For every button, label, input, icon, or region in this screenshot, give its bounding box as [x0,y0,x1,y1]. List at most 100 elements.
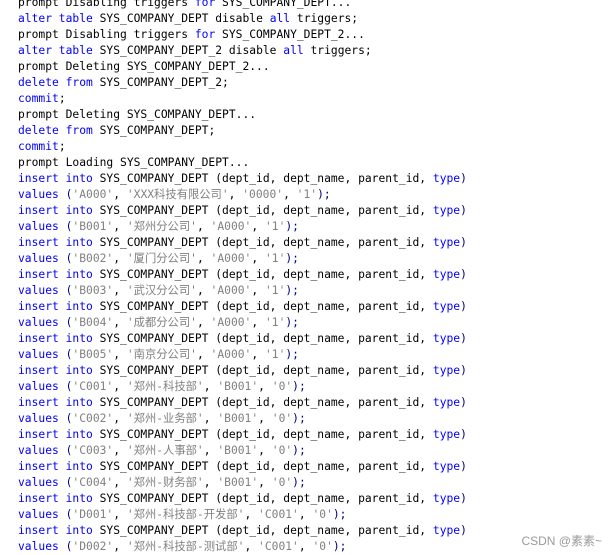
code-line[interactable]: values ('C001', '郑州-科技部', 'B001', '0'); [18,379,467,395]
code-line[interactable]: insert into SYS_COMPANY_DEPT (dept_id, d… [18,299,467,315]
code-token: triggers; [303,44,372,57]
code-line[interactable]: values ('B004', '成都分公司', 'A000', '1'); [18,315,467,331]
code-token: disable [228,44,277,57]
code-token: , [113,316,127,329]
keyword-token: type [432,268,461,281]
code-line[interactable]: values ('B002', '厦门分公司', 'A000', '1'); [18,251,467,267]
keyword-token: values [18,444,59,457]
code-line[interactable]: delete from SYS_COMPANY_DEPT_2; [18,75,467,91]
code-token: , [244,540,259,553]
code-token: ( [58,380,73,393]
watermark: CSDN @素素~ [521,534,602,548]
string-literal: '0' [271,476,293,489]
code-line[interactable]: commit; [18,91,467,107]
code-token: SYS_COMPANY_DEPT_2; [92,76,229,89]
code-token: prompt Disabling triggers [18,0,195,9]
code-token: SYS_COMPANY_DEPT (dept_id, dept_name, pa… [92,268,433,281]
code-line[interactable]: values ('C002', '郑州-业务部', 'B001', '0'); [18,411,467,427]
code-token: , [258,476,272,489]
code-line[interactable]: prompt Deleting SYS_COMPANY_DEPT_2... [18,59,467,75]
code-line[interactable]: insert into SYS_COMPANY_DEPT (dept_id, d… [18,267,467,283]
keyword-token: values [18,220,59,233]
code-line[interactable]: values ('B001', '郑州分公司', 'A000', '1'); [18,219,467,235]
code-line[interactable]: insert into SYS_COMPANY_DEPT (dept_id, d… [18,203,467,219]
code-line[interactable]: values ('D002', '郑州-科技部-测试部', 'C001', '0… [18,539,467,555]
code-line[interactable]: commit; [18,139,467,155]
string-literal: '0' [271,380,293,393]
code-line[interactable]: insert into SYS_COMPANY_DEPT (dept_id, d… [18,363,467,379]
code-token: ( [58,444,73,457]
code-line[interactable]: prompt Disabling triggers for SYS_COMPAN… [18,27,467,43]
code-token: , [203,380,218,393]
string-literal: 'A000' [210,252,252,265]
code-token: ) [460,524,467,537]
code-token: , [113,380,127,393]
code-line[interactable]: alter table SYS_COMPANY_DEPT disable all… [18,11,467,27]
code-line[interactable]: prompt Disabling triggers for SYS_COMPAN… [18,0,467,11]
code-token: , [196,348,211,361]
code-line[interactable]: values ('A000', 'XXX科技有限公司', '0000', '1'… [18,187,467,203]
string-literal: 'B003' [72,284,114,297]
code-token: ); [292,444,306,457]
code-token: triggers; [290,12,359,25]
string-literal: '郑州-科技部' [126,380,204,393]
keyword-token: for [194,0,216,9]
code-line[interactable]: values ('B005', '南京分公司', 'A000', '1'); [18,347,467,363]
code-token: ); [332,540,347,553]
code-line[interactable]: values ('B003', '武汉分公司', 'A000', '1'); [18,283,467,299]
string-literal: '1' [264,284,286,297]
keyword-token: values [18,188,59,201]
code-token: SYS_COMPANY_DEPT_2... [215,28,365,41]
code-token: ); [317,188,331,201]
string-literal: '0000' [242,188,284,201]
string-literal: 'A000' [210,220,252,233]
code-token: ); [332,508,347,521]
keyword-token: values [18,380,59,393]
keyword-token: values [18,476,59,489]
keyword-token: all [283,44,304,57]
code-line[interactable]: insert into SYS_COMPANY_DEPT (dept_id, d… [18,491,467,507]
code-line[interactable]: insert into SYS_COMPANY_DEPT (dept_id, d… [18,427,467,443]
string-literal: '1' [296,188,318,201]
code-token: ); [285,284,299,297]
code-line[interactable]: insert into SYS_COMPANY_DEPT (dept_id, d… [18,171,467,187]
keyword-token: values [18,348,59,361]
code-token: SYS_COMPANY_DEPT... [215,0,352,9]
keyword-token: all [269,12,291,25]
code-line[interactable]: insert into SYS_COMPANY_DEPT (dept_id, d… [18,331,467,347]
code-token: , [251,316,265,329]
keyword-token: type [432,204,461,217]
code-text[interactable]: prompt Disabling triggers for SYS_COMPAN… [18,0,467,555]
string-literal: 'B001' [217,444,259,457]
string-literal: 'C004' [72,476,114,489]
string-literal: 'A000' [210,316,252,329]
code-editor[interactable]: prompt Disabling triggers for SYS_COMPAN… [0,0,616,555]
code-line[interactable]: insert into SYS_COMPANY_DEPT (dept_id, d… [18,395,467,411]
code-line[interactable]: prompt Loading SYS_COMPANY_DEPT... [18,155,467,171]
code-line[interactable]: values ('D001', '郑州-科技部-开发部', 'C001', '0… [18,507,467,523]
string-literal: '南京分公司' [126,348,197,361]
code-token: , [251,220,265,233]
code-token: ) [460,268,467,281]
code-line[interactable]: insert into SYS_COMPANY_DEPT (dept_id, d… [18,459,467,475]
code-line[interactable]: alter table SYS_COMPANY_DEPT_2 disable a… [18,43,467,59]
code-token: , [113,284,127,297]
code-token: ( [58,540,73,553]
code-line[interactable]: delete from SYS_COMPANY_DEPT; [18,123,467,139]
code-line[interactable]: prompt Deleting SYS_COMPANY_DEPT... [18,107,467,123]
code-line[interactable]: values ('C003', '郑州-人事部', 'B001', '0'); [18,443,467,459]
keyword-token: type [432,236,461,249]
code-token: SYS_COMPANY_DEPT (dept_id, dept_name, pa… [92,204,433,217]
keyword-token: insert into [18,428,93,441]
code-token: , [113,444,127,457]
keyword-token: delete from [18,76,93,89]
code-line[interactable]: insert into SYS_COMPANY_DEPT (dept_id, d… [18,523,467,539]
code-line[interactable]: insert into SYS_COMPANY_DEPT (dept_id, d… [18,235,467,251]
code-token: SYS_COMPANY_DEPT_2 [92,44,229,57]
keyword-token: insert into [18,524,93,537]
code-line[interactable]: values ('C004', '郑州-财务部', 'B001', '0'); [18,475,467,491]
code-token: ( [58,220,73,233]
code-token: ); [285,220,299,233]
code-token: , [258,380,272,393]
